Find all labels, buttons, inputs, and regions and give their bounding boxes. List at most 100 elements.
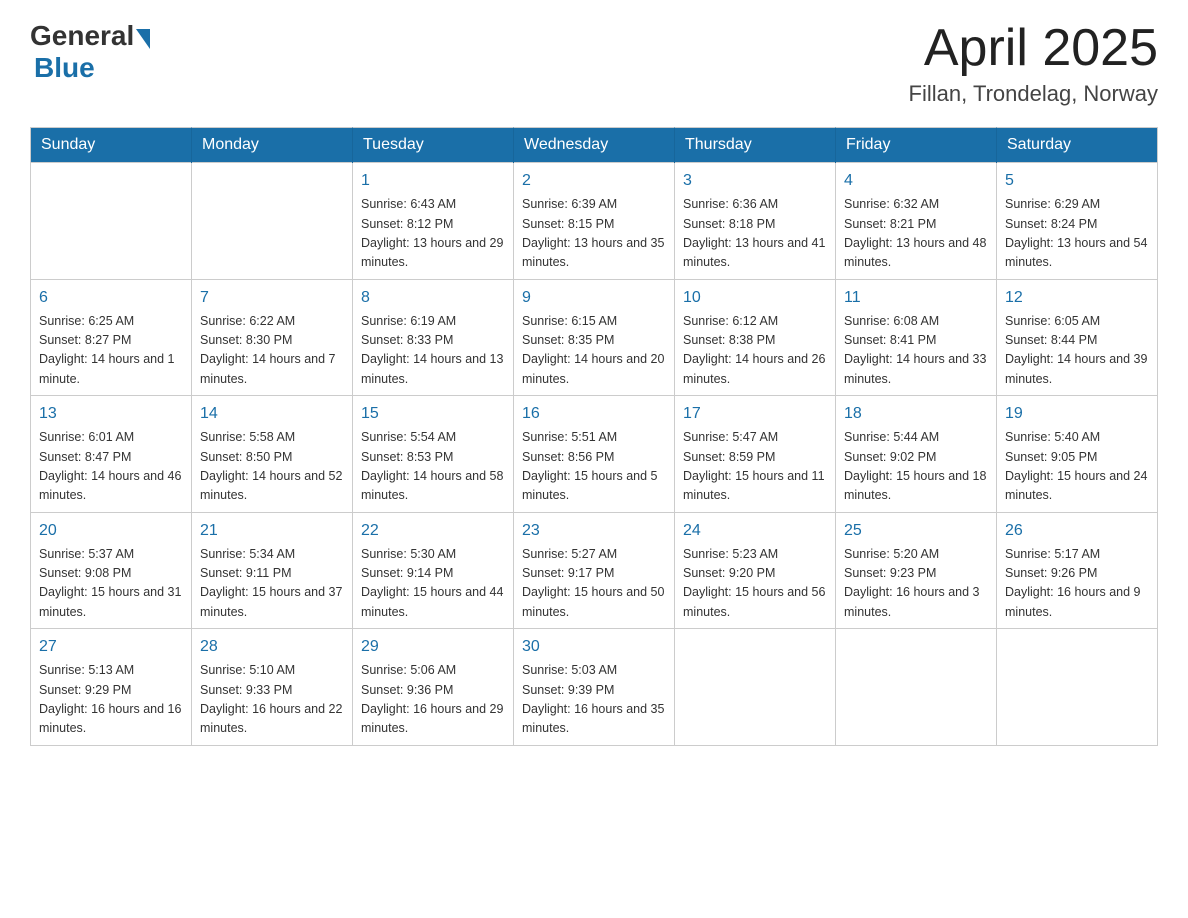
day-number: 4: [844, 169, 988, 193]
calendar-cell: 8Sunrise: 6:19 AMSunset: 8:33 PMDaylight…: [353, 279, 514, 396]
day-number: 11: [844, 286, 988, 310]
day-number: 5: [1005, 169, 1149, 193]
day-info: Sunrise: 5:17 AMSunset: 9:26 PMDaylight:…: [1005, 545, 1149, 623]
calendar-week-row: 27Sunrise: 5:13 AMSunset: 9:29 PMDayligh…: [31, 629, 1158, 746]
day-number: 7: [200, 286, 344, 310]
calendar-cell: 12Sunrise: 6:05 AMSunset: 8:44 PMDayligh…: [997, 279, 1158, 396]
day-number: 30: [522, 635, 666, 659]
day-number: 25: [844, 519, 988, 543]
day-number: 2: [522, 169, 666, 193]
day-info: Sunrise: 5:44 AMSunset: 9:02 PMDaylight:…: [844, 428, 988, 506]
day-number: 17: [683, 402, 827, 426]
day-info: Sunrise: 5:37 AMSunset: 9:08 PMDaylight:…: [39, 545, 183, 623]
calendar-cell: 16Sunrise: 5:51 AMSunset: 8:56 PMDayligh…: [514, 396, 675, 513]
day-info: Sunrise: 5:30 AMSunset: 9:14 PMDaylight:…: [361, 545, 505, 623]
day-number: 21: [200, 519, 344, 543]
calendar-cell: 6Sunrise: 6:25 AMSunset: 8:27 PMDaylight…: [31, 279, 192, 396]
calendar-cell: 14Sunrise: 5:58 AMSunset: 8:50 PMDayligh…: [192, 396, 353, 513]
logo-arrow-icon: [136, 29, 150, 49]
page-subtitle: Fillan, Trondelag, Norway: [909, 81, 1158, 107]
calendar-cell: 2Sunrise: 6:39 AMSunset: 8:15 PMDaylight…: [514, 163, 675, 280]
day-number: 12: [1005, 286, 1149, 310]
day-number: 29: [361, 635, 505, 659]
calendar-cell: 18Sunrise: 5:44 AMSunset: 9:02 PMDayligh…: [836, 396, 997, 513]
day-number: 22: [361, 519, 505, 543]
calendar-week-row: 1Sunrise: 6:43 AMSunset: 8:12 PMDaylight…: [31, 163, 1158, 280]
day-info: Sunrise: 6:22 AMSunset: 8:30 PMDaylight:…: [200, 312, 344, 390]
weekday-header: Friday: [836, 128, 997, 163]
day-info: Sunrise: 5:54 AMSunset: 8:53 PMDaylight:…: [361, 428, 505, 506]
day-info: Sunrise: 6:39 AMSunset: 8:15 PMDaylight:…: [522, 195, 666, 273]
day-info: Sunrise: 5:03 AMSunset: 9:39 PMDaylight:…: [522, 661, 666, 739]
calendar-week-row: 13Sunrise: 6:01 AMSunset: 8:47 PMDayligh…: [31, 396, 1158, 513]
day-number: 18: [844, 402, 988, 426]
calendar-cell: 30Sunrise: 5:03 AMSunset: 9:39 PMDayligh…: [514, 629, 675, 746]
day-info: Sunrise: 5:34 AMSunset: 9:11 PMDaylight:…: [200, 545, 344, 623]
calendar-cell: 3Sunrise: 6:36 AMSunset: 8:18 PMDaylight…: [675, 163, 836, 280]
day-info: Sunrise: 6:19 AMSunset: 8:33 PMDaylight:…: [361, 312, 505, 390]
day-info: Sunrise: 5:06 AMSunset: 9:36 PMDaylight:…: [361, 661, 505, 739]
day-number: 15: [361, 402, 505, 426]
calendar-cell: 23Sunrise: 5:27 AMSunset: 9:17 PMDayligh…: [514, 512, 675, 629]
calendar-cell: [192, 163, 353, 280]
calendar-cell: 27Sunrise: 5:13 AMSunset: 9:29 PMDayligh…: [31, 629, 192, 746]
day-number: 6: [39, 286, 183, 310]
calendar-cell: 21Sunrise: 5:34 AMSunset: 9:11 PMDayligh…: [192, 512, 353, 629]
calendar-cell: [997, 629, 1158, 746]
day-number: 26: [1005, 519, 1149, 543]
calendar-cell: 25Sunrise: 5:20 AMSunset: 9:23 PMDayligh…: [836, 512, 997, 629]
calendar-header-row: SundayMondayTuesdayWednesdayThursdayFrid…: [31, 128, 1158, 163]
calendar-cell: 7Sunrise: 6:22 AMSunset: 8:30 PMDaylight…: [192, 279, 353, 396]
day-info: Sunrise: 5:27 AMSunset: 9:17 PMDaylight:…: [522, 545, 666, 623]
page-header: General Blue April 2025 Fillan, Trondela…: [30, 20, 1158, 107]
day-number: 1: [361, 169, 505, 193]
calendar-cell: 20Sunrise: 5:37 AMSunset: 9:08 PMDayligh…: [31, 512, 192, 629]
calendar-cell: 26Sunrise: 5:17 AMSunset: 9:26 PMDayligh…: [997, 512, 1158, 629]
weekday-header: Tuesday: [353, 128, 514, 163]
calendar-cell: 10Sunrise: 6:12 AMSunset: 8:38 PMDayligh…: [675, 279, 836, 396]
day-info: Sunrise: 6:15 AMSunset: 8:35 PMDaylight:…: [522, 312, 666, 390]
calendar-week-row: 20Sunrise: 5:37 AMSunset: 9:08 PMDayligh…: [31, 512, 1158, 629]
day-info: Sunrise: 5:23 AMSunset: 9:20 PMDaylight:…: [683, 545, 827, 623]
day-info: Sunrise: 6:08 AMSunset: 8:41 PMDaylight:…: [844, 312, 988, 390]
weekday-header: Thursday: [675, 128, 836, 163]
day-info: Sunrise: 6:01 AMSunset: 8:47 PMDaylight:…: [39, 428, 183, 506]
day-info: Sunrise: 6:05 AMSunset: 8:44 PMDaylight:…: [1005, 312, 1149, 390]
logo: General Blue: [30, 20, 150, 84]
calendar-cell: 24Sunrise: 5:23 AMSunset: 9:20 PMDayligh…: [675, 512, 836, 629]
day-number: 9: [522, 286, 666, 310]
calendar-cell: [31, 163, 192, 280]
day-info: Sunrise: 5:58 AMSunset: 8:50 PMDaylight:…: [200, 428, 344, 506]
calendar-cell: 22Sunrise: 5:30 AMSunset: 9:14 PMDayligh…: [353, 512, 514, 629]
day-number: 10: [683, 286, 827, 310]
calendar-cell: 15Sunrise: 5:54 AMSunset: 8:53 PMDayligh…: [353, 396, 514, 513]
day-number: 28: [200, 635, 344, 659]
calendar-cell: 9Sunrise: 6:15 AMSunset: 8:35 PMDaylight…: [514, 279, 675, 396]
day-info: Sunrise: 5:13 AMSunset: 9:29 PMDaylight:…: [39, 661, 183, 739]
day-number: 24: [683, 519, 827, 543]
calendar-cell: [836, 629, 997, 746]
weekday-header: Sunday: [31, 128, 192, 163]
weekday-header: Saturday: [997, 128, 1158, 163]
day-info: Sunrise: 6:12 AMSunset: 8:38 PMDaylight:…: [683, 312, 827, 390]
calendar-table: SundayMondayTuesdayWednesdayThursdayFrid…: [30, 127, 1158, 746]
title-block: April 2025 Fillan, Trondelag, Norway: [909, 20, 1158, 107]
calendar-cell: 11Sunrise: 6:08 AMSunset: 8:41 PMDayligh…: [836, 279, 997, 396]
day-info: Sunrise: 6:25 AMSunset: 8:27 PMDaylight:…: [39, 312, 183, 390]
day-info: Sunrise: 5:51 AMSunset: 8:56 PMDaylight:…: [522, 428, 666, 506]
day-info: Sunrise: 6:29 AMSunset: 8:24 PMDaylight:…: [1005, 195, 1149, 273]
day-info: Sunrise: 6:36 AMSunset: 8:18 PMDaylight:…: [683, 195, 827, 273]
day-info: Sunrise: 5:10 AMSunset: 9:33 PMDaylight:…: [200, 661, 344, 739]
day-number: 8: [361, 286, 505, 310]
day-number: 13: [39, 402, 183, 426]
page-title: April 2025: [909, 20, 1158, 77]
calendar-cell: 1Sunrise: 6:43 AMSunset: 8:12 PMDaylight…: [353, 163, 514, 280]
calendar-cell: 4Sunrise: 6:32 AMSunset: 8:21 PMDaylight…: [836, 163, 997, 280]
calendar-week-row: 6Sunrise: 6:25 AMSunset: 8:27 PMDaylight…: [31, 279, 1158, 396]
weekday-header: Wednesday: [514, 128, 675, 163]
day-number: 19: [1005, 402, 1149, 426]
day-number: 27: [39, 635, 183, 659]
calendar-cell: 5Sunrise: 6:29 AMSunset: 8:24 PMDaylight…: [997, 163, 1158, 280]
day-info: Sunrise: 6:32 AMSunset: 8:21 PMDaylight:…: [844, 195, 988, 273]
weekday-header: Monday: [192, 128, 353, 163]
